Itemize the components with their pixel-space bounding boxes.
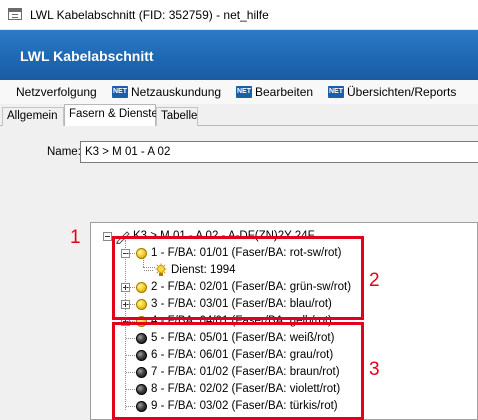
header-banner: LWL Kabelabschnitt (0, 30, 478, 80)
tab-allgemein[interactable]: Allgemein (2, 107, 64, 126)
annotation-box-3 (112, 322, 364, 420)
tab-tabelle-label: Tabelle (161, 110, 198, 122)
menu-netzauskundung-label: Netzauskundung (131, 85, 222, 99)
menu-bar: Netzverfolgung NET Netzauskundung NET Be… (0, 80, 478, 104)
tab-tabelle[interactable]: Tabelle (156, 107, 198, 126)
app-window-icon (8, 8, 22, 20)
name-label: Name: (47, 146, 81, 158)
menu-uebersichten-label: Übersichten/Reports (347, 85, 457, 99)
tab-allgemein-label: Allgemein (7, 110, 58, 122)
net-icon: NET (328, 86, 344, 98)
menu-netzverfolgung[interactable]: Netzverfolgung (16, 85, 97, 99)
menu-bearbeiten-label: Bearbeiten (255, 85, 314, 99)
annotation-marker-1: 1 (70, 227, 81, 248)
tab-fasern-dienste-label: Fasern & Dienste (69, 108, 158, 120)
net-icon: NET (236, 86, 252, 98)
menu-uebersichten-reports[interactable]: NET Übersichten/Reports (328, 85, 456, 99)
menu-bearbeiten[interactable]: NET Bearbeiten (236, 85, 313, 99)
window-title: LWL Kabelabschnitt (FID: 352759) - net_h… (30, 8, 269, 22)
menu-netzverfolgung-label: Netzverfolgung (16, 85, 97, 99)
tab-fasern-dienste[interactable]: Fasern & Dienste (64, 104, 158, 127)
banner-title: LWL Kabelabschnitt (20, 48, 154, 64)
annotation-box-2 (112, 236, 364, 320)
tab-panel: Name: K3 > M 01 - A 02 - A-DF(ZN)2Y 24F … (0, 126, 478, 420)
menu-netzauskundung[interactable]: NET Netzauskundung (112, 85, 221, 99)
net-icon: NET (112, 86, 128, 98)
window-titlebar: LWL Kabelabschnitt (FID: 352759) - net_h… (0, 0, 478, 30)
name-field[interactable] (80, 141, 478, 163)
annotation-marker-2: 2 (369, 270, 380, 291)
tab-strip: Allgemein Fasern & Dienste Tabelle (0, 104, 478, 127)
annotation-marker-3: 3 (369, 359, 380, 380)
